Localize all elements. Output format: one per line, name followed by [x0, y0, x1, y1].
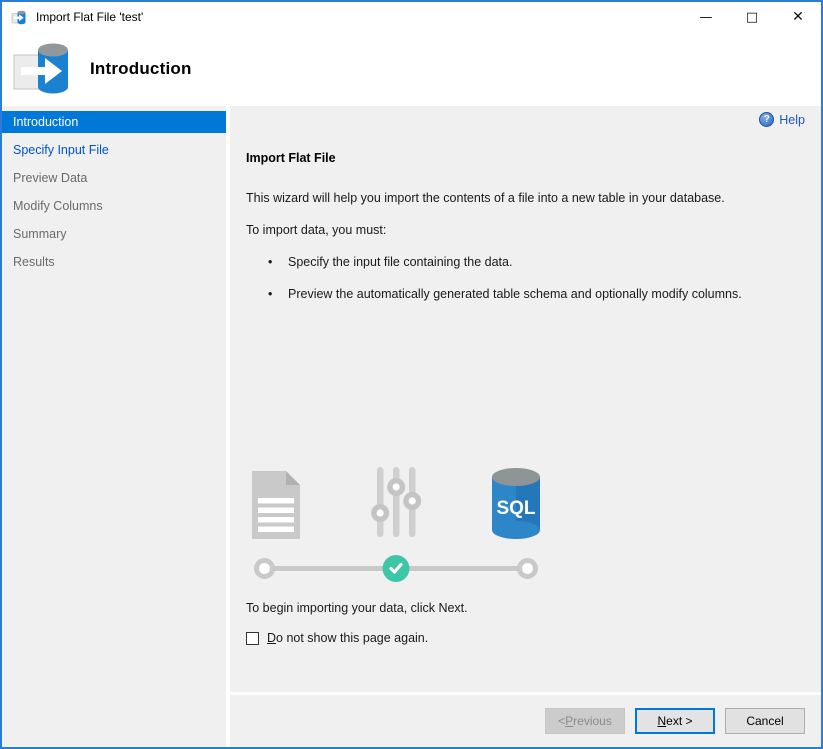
- requirements-list: • Specify the input file containing the …: [246, 255, 805, 301]
- cancel-button[interactable]: Cancel: [725, 708, 805, 734]
- help-label: Help: [779, 113, 805, 127]
- intro-text: This wizard will help you import the con…: [246, 191, 805, 205]
- wizard-body: Introduction Specify Input File Preview …: [2, 106, 821, 747]
- flat-file-icon: [246, 469, 306, 541]
- do-not-show-label[interactable]: Do not show this page again.: [267, 631, 428, 645]
- titlebar: Import Flat File 'test' — □ ✕: [2, 2, 821, 32]
- content-heading: Import Flat File: [246, 151, 805, 165]
- previous-button[interactable]: < Previous: [545, 708, 625, 734]
- help-icon: ?: [759, 112, 774, 127]
- settings-sliders-icon: [366, 463, 426, 541]
- sidebar-item-specify-input-file[interactable]: Specify Input File: [2, 139, 226, 161]
- wizard-graphic: SQL: [246, 463, 546, 583]
- app-icon: [11, 9, 28, 26]
- content-panel: ? Help Import Flat File This wizard will…: [230, 106, 821, 747]
- sidebar-item-preview-data[interactable]: Preview Data: [2, 167, 226, 189]
- progress-node-end: [517, 558, 538, 579]
- bullet-text: Specify the input file containing the da…: [288, 255, 512, 269]
- bullet-dot: •: [268, 255, 288, 269]
- minimize-button[interactable]: —: [683, 2, 729, 32]
- progress-node-current: [383, 555, 410, 582]
- progress-indicator: [246, 553, 546, 583]
- maximize-button[interactable]: □: [729, 2, 775, 32]
- next-button[interactable]: Next >: [635, 708, 715, 734]
- bullet-item: • Preview the automatically generated ta…: [246, 287, 805, 301]
- button-bar: < Previous Next > Cancel: [230, 695, 821, 747]
- checkbox-row: Do not show this page again.: [246, 631, 805, 645]
- page-title: Introduction: [90, 59, 192, 79]
- wizard-header: Introduction: [2, 32, 821, 106]
- window-controls: — □ ✕: [683, 2, 821, 32]
- wizard-window: Import Flat File 'test' — □ ✕ Introducti…: [0, 0, 823, 749]
- graphic-icons-row: SQL: [246, 463, 546, 541]
- steps-sidebar: Introduction Specify Input File Preview …: [2, 106, 226, 747]
- close-button[interactable]: ✕: [775, 2, 821, 32]
- sidebar-item-summary[interactable]: Summary: [2, 223, 226, 245]
- sql-database-icon: SQL: [486, 465, 546, 541]
- check-icon: [389, 562, 404, 575]
- sidebar-item-modify-columns[interactable]: Modify Columns: [2, 195, 226, 217]
- sidebar-item-results[interactable]: Results: [2, 251, 226, 273]
- help-row: ? Help: [246, 112, 805, 127]
- content-main: ? Help Import Flat File This wizard will…: [230, 106, 821, 692]
- import-flat-file-icon: [12, 40, 76, 98]
- requirements-text: To import data, you must:: [246, 223, 805, 237]
- bullet-item: • Specify the input file containing the …: [246, 255, 805, 269]
- do-not-show-checkbox[interactable]: [246, 632, 259, 645]
- window-title: Import Flat File 'test': [36, 10, 143, 24]
- help-link[interactable]: ? Help: [759, 112, 805, 127]
- bullet-text: Preview the automatically generated tabl…: [288, 287, 742, 301]
- cta-text: To begin importing your data, click Next…: [246, 601, 805, 615]
- bullet-dot: •: [268, 287, 288, 301]
- progress-node-start: [254, 558, 275, 579]
- sidebar-item-introduction[interactable]: Introduction: [2, 111, 226, 133]
- sql-icon-label: SQL: [496, 498, 535, 519]
